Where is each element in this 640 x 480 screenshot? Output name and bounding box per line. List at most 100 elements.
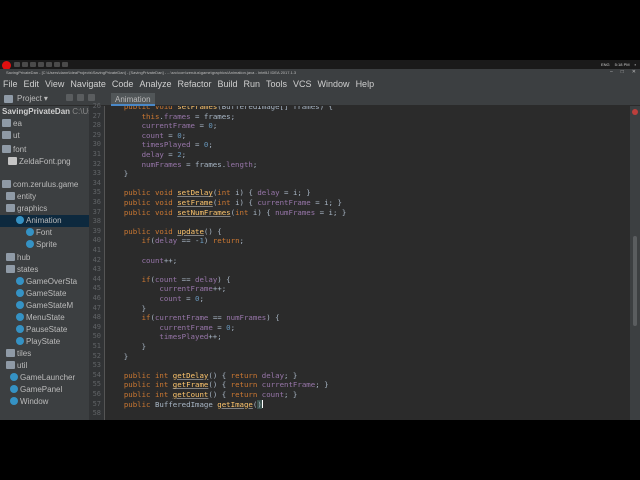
code-token: currentFrame — [257, 198, 311, 207]
menu-edit[interactable]: Edit — [21, 76, 43, 92]
tree-item[interactable]: Window — [0, 396, 89, 408]
settings-icon[interactable] — [77, 94, 84, 101]
code-token: delay — [195, 274, 218, 284]
code-line[interactable]: public void update() { — [106, 227, 222, 237]
menu-build[interactable]: Build — [214, 76, 240, 92]
menu-tools[interactable]: Tools — [263, 76, 290, 92]
error-indicator-icon[interactable] — [632, 109, 638, 115]
code-line[interactable]: public BufferedImage getImage() — [106, 399, 263, 410]
code-line[interactable]: } — [106, 169, 128, 179]
tree-item[interactable]: tiles — [0, 348, 89, 360]
tree-item[interactable]: GameLauncher — [0, 372, 89, 384]
code-line[interactable]: public void setDelay(int i) { delay = i;… — [106, 188, 311, 198]
taskbar-app-icon[interactable] — [22, 62, 28, 67]
project-view-dropdown[interactable]: Project ▾ — [4, 94, 48, 103]
tree-item[interactable]: ea — [0, 118, 89, 130]
tray-clock[interactable]: 5:18 PM — [615, 62, 630, 67]
code-line[interactable]: public void setNumFrames(int i) { numFra… — [106, 208, 347, 218]
taskbar-app-icon[interactable] — [30, 62, 36, 67]
tree-item[interactable]: states — [0, 264, 89, 276]
sync-icon[interactable] — [66, 94, 73, 101]
code-line[interactable]: delay = 2; — [106, 150, 187, 160]
menu-navigate[interactable]: Navigate — [67, 76, 109, 92]
menu-help[interactable]: Help — [353, 76, 378, 92]
code-line[interactable]: public int getDelay() { return delay; } — [106, 370, 298, 381]
tree-item[interactable]: font — [0, 144, 89, 156]
code-line[interactable]: public void setFrame(int i) { currentFra… — [106, 198, 342, 208]
code-token: ) { — [217, 274, 231, 284]
tree-item[interactable]: Sprite — [0, 239, 89, 251]
maximize-icon[interactable]: □ — [621, 69, 624, 76]
code-token: int — [217, 198, 236, 207]
code-line[interactable]: count = 0; — [106, 131, 187, 141]
code-line[interactable]: currentFrame = 0; — [106, 323, 235, 333]
tree-item[interactable]: GameStateM — [0, 300, 89, 312]
line-number: 45 — [92, 284, 101, 293]
tree-item[interactable]: PlayState — [0, 336, 89, 348]
tree-item[interactable]: hub — [0, 252, 89, 264]
tree-item[interactable]: PauseState — [0, 324, 89, 336]
tree-item[interactable]: GamePanel — [0, 384, 89, 396]
code-line[interactable]: public int getCount() { return count; } — [106, 390, 298, 400]
menu-run[interactable]: Run — [241, 76, 264, 92]
tree-item[interactable]: util — [0, 360, 89, 372]
tree-item-label: GameState — [26, 289, 67, 298]
taskbar-app-icon[interactable] — [46, 62, 52, 67]
class-icon — [16, 337, 24, 345]
tree-item[interactable]: MenuState — [0, 312, 89, 324]
code-line[interactable]: numFrames = frames.length; — [106, 160, 258, 170]
tree-item[interactable]: ZeldaFont.png — [0, 156, 89, 168]
taskbar-app-icon[interactable] — [54, 62, 60, 67]
code-line[interactable]: timesPlayed = 0; — [106, 140, 213, 150]
code-token: public int — [123, 370, 173, 380]
tray-language[interactable]: ENG — [601, 62, 610, 67]
code-line[interactable]: } — [106, 304, 146, 314]
tab-animation[interactable]: Animation — [111, 93, 155, 106]
code-line[interactable]: count++; — [106, 256, 178, 266]
code-line[interactable]: public int getFrame() { return currentFr… — [106, 380, 329, 390]
taskbar-app-icon[interactable] — [38, 62, 44, 67]
tree-item[interactable]: GameOverSta — [0, 276, 89, 288]
code-line[interactable]: if(currentFrame == numFrames) { — [106, 313, 280, 323]
code-editor[interactable]: public void setFrames(BufferedImage[] fr… — [106, 106, 630, 420]
tree-item[interactable]: entity — [0, 191, 89, 203]
tree-root[interactable]: SavingPrivateDan C:\Users\d — [0, 106, 89, 118]
menu-analyze[interactable]: Analyze — [136, 76, 174, 92]
menu-file[interactable]: File — [0, 76, 21, 92]
code-line[interactable]: timesPlayed++; — [106, 332, 221, 342]
menu-vcs[interactable]: VCS — [290, 76, 315, 92]
tree-item-label: hub — [17, 253, 31, 262]
code-line[interactable]: if(count == delay) { — [106, 275, 231, 285]
code-line[interactable]: } — [106, 352, 128, 362]
menu-refactor[interactable]: Refactor — [174, 76, 214, 92]
close-icon[interactable]: ✕ — [632, 69, 636, 76]
code-line[interactable]: if(delay == -1) return; — [106, 236, 244, 246]
notification-icon[interactable]: ▪ — [635, 62, 636, 67]
tree-item[interactable]: GameState — [0, 288, 89, 300]
hide-icon[interactable] — [88, 94, 95, 101]
taskbar-app-icon[interactable] — [14, 62, 20, 67]
menu-code[interactable]: Code — [109, 76, 137, 92]
minimize-icon[interactable]: – — [610, 69, 613, 76]
tree-item[interactable]: ut — [0, 130, 89, 142]
code-line[interactable]: this.frames = frames; — [106, 112, 235, 122]
code-line[interactable]: currentFrame++; — [106, 284, 226, 294]
code-token: () { — [208, 380, 231, 390]
tree-item[interactable]: graphics — [0, 203, 89, 215]
code-line[interactable]: currentFrame = 0; — [106, 121, 218, 131]
letterbox-top — [0, 0, 640, 60]
menu-window[interactable]: Window — [315, 76, 353, 92]
line-number: 32 — [92, 159, 101, 168]
code-line[interactable]: count = 0; — [106, 294, 204, 304]
tree-item[interactable]: Font — [0, 227, 89, 239]
tree-item[interactable]: Animation — [0, 215, 89, 227]
scrollbar-thumb[interactable] — [633, 236, 637, 326]
menu-view[interactable]: View — [42, 76, 67, 92]
tree-item[interactable]: com.zerulus.game — [0, 179, 89, 191]
code-line[interactable]: } — [106, 342, 146, 352]
taskbar-app-icon[interactable] — [62, 62, 68, 67]
code-token: if — [141, 236, 151, 246]
